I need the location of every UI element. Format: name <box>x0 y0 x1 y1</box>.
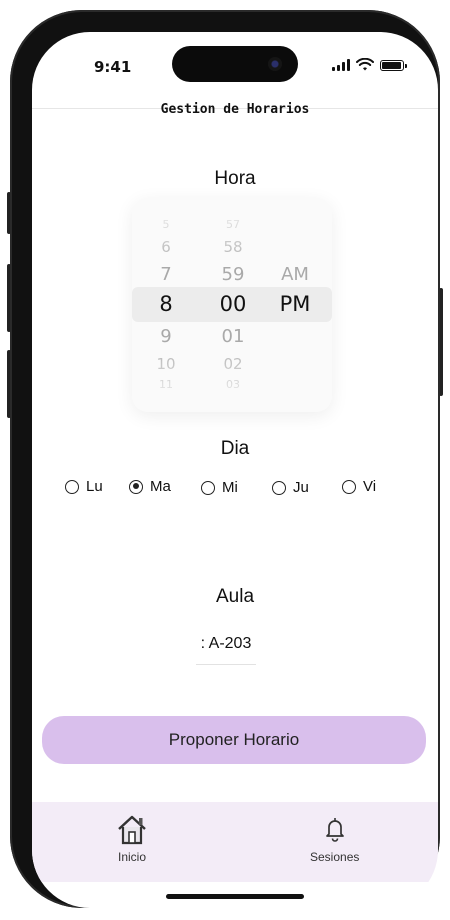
day-option-label: Mi <box>222 479 238 496</box>
page-title: Gestion de Horarios <box>160 102 310 117</box>
status-icons <box>332 58 407 72</box>
wifi-icon <box>356 58 374 71</box>
day-option-mi[interactable]: Mi <box>201 479 238 496</box>
day-option-label: Vi <box>363 478 377 495</box>
hour-selected[interactable]: 8 <box>144 292 188 316</box>
battery-icon <box>380 59 407 71</box>
day-option-label: Ma <box>150 478 171 495</box>
home-indicator[interactable] <box>166 894 304 899</box>
minute-option[interactable]: 58 <box>210 238 256 256</box>
signal-icon <box>332 59 350 71</box>
camera-icon <box>268 57 282 71</box>
hour-option[interactable]: 9 <box>144 326 188 347</box>
dia-label: Dia <box>220 438 250 459</box>
nav-item-sesiones[interactable]: Sesiones <box>310 814 359 864</box>
hour-option[interactable]: 11 <box>144 378 188 391</box>
minute-option[interactable]: 01 <box>210 326 256 347</box>
status-time: 9:41 <box>94 58 132 76</box>
hour-option[interactable]: 10 <box>144 355 188 373</box>
hora-label: Hora <box>214 168 256 189</box>
minute-option[interactable]: 03 <box>210 378 256 391</box>
hour-option[interactable]: 6 <box>144 238 188 256</box>
hour-column[interactable]: 5 6 7 8 9 10 11 <box>144 198 188 412</box>
time-picker[interactable]: 5 6 7 8 9 10 11 57 58 59 00 01 02 03 AM … <box>132 198 332 412</box>
minute-option[interactable]: 02 <box>210 355 256 373</box>
day-option-label: Lu <box>86 478 103 495</box>
radio-unchecked-icon[interactable] <box>342 479 356 494</box>
status-bar: 9:41 <box>32 32 438 102</box>
aula-field[interactable]: : A-203 <box>196 628 256 665</box>
minute-column[interactable]: 57 58 59 00 01 02 03 <box>210 198 256 412</box>
minute-option[interactable]: 57 <box>210 218 256 231</box>
aula-label: Aula <box>215 586 255 607</box>
day-option-lu[interactable]: Lu <box>65 478 103 495</box>
propose-schedule-button[interactable]: Proponer Horario <box>42 716 426 764</box>
minute-option[interactable]: 59 <box>210 264 256 285</box>
day-option-ju[interactable]: Ju <box>272 479 309 496</box>
hour-option[interactable]: 7 <box>144 264 188 285</box>
radio-unchecked-icon[interactable] <box>65 479 79 494</box>
radio-checked-icon[interactable] <box>129 479 143 494</box>
minute-selected[interactable]: 00 <box>210 292 256 316</box>
bell-icon[interactable] <box>324 814 346 846</box>
home-icon[interactable] <box>115 814 149 846</box>
day-radio-group: Lu Ma Mi Ju Vi <box>32 478 438 502</box>
period-option-am[interactable]: AM <box>272 264 318 285</box>
nav-label-sesiones: Sesiones <box>310 850 360 864</box>
day-option-label: Ju <box>293 479 309 496</box>
bottom-nav: Inicio Sesiones <box>32 802 438 882</box>
dynamic-island <box>172 46 298 82</box>
app-screen: 9:41 Gestion de Horarios Hora 5 6 7 8 9 … <box>32 32 438 908</box>
nav-label-inicio: Inicio <box>117 850 146 864</box>
period-selected[interactable]: PM <box>272 292 318 316</box>
radio-unchecked-icon[interactable] <box>201 480 215 495</box>
period-column[interactable]: AM PM <box>272 198 318 412</box>
day-option-vi[interactable]: Vi <box>342 478 376 495</box>
radio-unchecked-icon[interactable] <box>272 480 286 495</box>
hour-option[interactable]: 5 <box>144 218 188 231</box>
phone-frame: 9:41 Gestion de Horarios Hora 5 6 7 8 9 … <box>10 10 440 908</box>
nav-item-inicio[interactable]: Inicio <box>115 814 149 864</box>
day-option-ma[interactable]: Ma <box>129 478 171 495</box>
